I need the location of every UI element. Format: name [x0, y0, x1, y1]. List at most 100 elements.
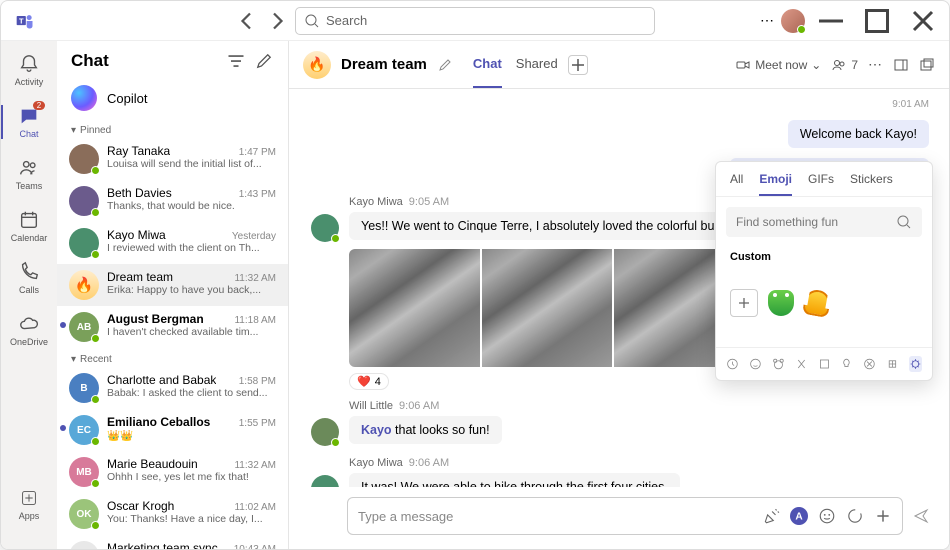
picker-cat-animals[interactable]: [772, 356, 785, 372]
photo[interactable]: [482, 249, 613, 367]
presence-dot-icon: [331, 234, 340, 243]
picker-cat-objects[interactable]: [840, 356, 853, 372]
chat-preview: 👑👑: [107, 429, 276, 442]
window-minimize-button[interactable]: [811, 3, 851, 39]
avatar-icon: [311, 475, 339, 487]
mention[interactable]: Kayo: [361, 423, 392, 437]
tab-chat[interactable]: Chat: [473, 41, 502, 88]
message-input[interactable]: Type a message A: [347, 497, 903, 535]
message-group: Will Little9:06 AMKayo that looks so fun…: [311, 400, 949, 447]
rail-item-activity[interactable]: Activity: [1, 51, 57, 89]
photo-strip: [349, 249, 745, 367]
picker-search-input[interactable]: Find something fun: [726, 207, 922, 237]
chat-item[interactable]: MBMarie Beaudouin11:32 AMOhhh I see, yes…: [57, 451, 288, 493]
chat-name: Marie Beaudouin: [107, 457, 198, 471]
chat-item[interactable]: BCharlotte and Babak1:58 PMBabak: I aske…: [57, 367, 288, 409]
message-bubble-out[interactable]: Welcome back Kayo!: [788, 120, 929, 148]
rail-item-calendar[interactable]: Calendar: [1, 207, 57, 245]
picker-tab-gifs[interactable]: GIFs: [808, 172, 834, 196]
chat-name: Charlotte and Babak: [107, 373, 216, 387]
window-close-button[interactable]: [903, 3, 943, 39]
reaction-pill[interactable]: ❤️4: [349, 373, 389, 390]
chat-time: 1:55 PM: [239, 418, 276, 429]
message-bubble-in[interactable]: It was! We were able to hike through the…: [349, 473, 680, 487]
chat-item[interactable]: OKOscar Krogh11:02 AMYou: Thanks! Have a…: [57, 493, 288, 535]
custom-emoji-2[interactable]: [802, 288, 832, 318]
window-maximize-button[interactable]: [857, 3, 897, 39]
send-button[interactable]: [913, 508, 929, 524]
panel-right-button[interactable]: [893, 57, 909, 73]
participants-button[interactable]: 7: [831, 57, 858, 73]
message-bubble-in[interactable]: Yes!! We went to Cinque Terre, I absolut…: [349, 212, 765, 240]
meet-now-button[interactable]: Meet now ⌄: [735, 57, 821, 73]
presence-dot-icon: [91, 437, 100, 446]
rail-item-teams[interactable]: Teams: [1, 155, 57, 193]
attach-plus-button[interactable]: [874, 507, 892, 525]
nav-back-button[interactable]: [235, 9, 259, 33]
picker-cat-flags[interactable]: [886, 356, 899, 372]
chat-item[interactable]: 🔥Dream team11:32 AMErika: Happy to have …: [57, 264, 288, 306]
chat-time: 11:32 AM: [234, 460, 276, 471]
picker-cat-food[interactable]: [795, 356, 808, 372]
picker-tab-stickers[interactable]: Stickers: [850, 172, 893, 196]
chat-name: Ray Tanaka: [107, 144, 170, 158]
picker-cat-recent[interactable]: [726, 356, 739, 372]
chat-time: 1:58 PM: [239, 376, 276, 387]
current-user-avatar[interactable]: [781, 9, 805, 33]
popout-button[interactable]: [919, 57, 935, 73]
chat-item[interactable]: Kayo MiwaYesterdayI reviewed with the cl…: [57, 222, 288, 264]
photo[interactable]: [349, 249, 480, 367]
chat-item[interactable]: Marketing team sync10:43 AMKayo: So glad…: [57, 535, 288, 549]
compose-area: Type a message A: [289, 487, 949, 549]
section-pinned[interactable]: ▾ Pinned: [57, 119, 288, 138]
emoji-picker: AllEmojiGIFsStickers Find something fun …: [715, 161, 933, 381]
rail-label: Activity: [15, 77, 44, 87]
picker-cat-activity[interactable]: [818, 356, 831, 372]
section-recent[interactable]: ▾ Recent: [57, 348, 288, 367]
chat-item[interactable]: Beth Davies1:43 PMThanks, that would be …: [57, 180, 288, 222]
rail-label: Teams: [16, 181, 43, 191]
filter-button[interactable]: [226, 51, 246, 71]
picker-tab-all[interactable]: All: [730, 172, 743, 196]
rail-item-calls[interactable]: Calls: [1, 259, 57, 297]
rail-item-apps[interactable]: Apps: [1, 485, 57, 523]
people-icon: [831, 57, 847, 73]
chat-preview: I haven't checked available tim...: [107, 326, 276, 338]
apps-icon: [18, 487, 40, 509]
edit-title-button[interactable]: [437, 57, 453, 73]
tab-shared[interactable]: Shared: [516, 41, 558, 88]
custom-emoji-1[interactable]: [768, 290, 794, 316]
picker-cat-symbols[interactable]: [863, 356, 876, 372]
chat-item[interactable]: Ray Tanaka1:47 PMLouisa will send the in…: [57, 138, 288, 180]
loop-button[interactable]: [846, 507, 864, 525]
picker-cat-custom[interactable]: [909, 356, 922, 372]
chevron-down-icon: ⌄: [811, 58, 821, 72]
new-chat-button[interactable]: [254, 51, 274, 71]
chat-name: Beth Davies: [107, 186, 172, 200]
copilot-icon: [71, 85, 97, 111]
picker-tab-emoji[interactable]: Emoji: [759, 172, 792, 196]
chat-preview: Ohhh I see, yes let me fix that!: [107, 471, 276, 483]
presence-dot-icon: [91, 250, 100, 259]
titlebar: T Search ⋯: [1, 1, 949, 41]
editor-button[interactable]: A: [790, 507, 808, 525]
ai-rewrite-button[interactable]: [762, 507, 780, 525]
add-tab-button[interactable]: [568, 55, 588, 75]
more-menu-button[interactable]: ⋯: [760, 12, 775, 29]
chat-avatar-icon: 🔥: [303, 51, 331, 79]
copilot-item[interactable]: Copilot: [57, 77, 288, 119]
emoji-button[interactable]: [818, 507, 836, 525]
chat-name: Kayo Miwa: [107, 228, 166, 242]
nav-forward-button[interactable]: [265, 9, 289, 33]
picker-cat-smileys[interactable]: [749, 356, 762, 372]
add-custom-emoji-button[interactable]: [730, 289, 758, 317]
presence-dot-icon: [331, 438, 340, 447]
search-input[interactable]: Search: [295, 7, 655, 35]
chat-item[interactable]: ECEmiliano Ceballos1:55 PM👑👑: [57, 409, 288, 451]
message-bubble-in[interactable]: Kayo that looks so fun!: [349, 416, 502, 444]
rail-item-chat[interactable]: Chat2: [1, 103, 57, 141]
chat-item[interactable]: ABAugust Bergman11:18 AMI haven't checke…: [57, 306, 288, 348]
rail-item-onedrive[interactable]: OneDrive: [1, 311, 57, 349]
chat-name: August Bergman: [107, 312, 204, 326]
conv-more-button[interactable]: ⋯: [868, 56, 883, 73]
